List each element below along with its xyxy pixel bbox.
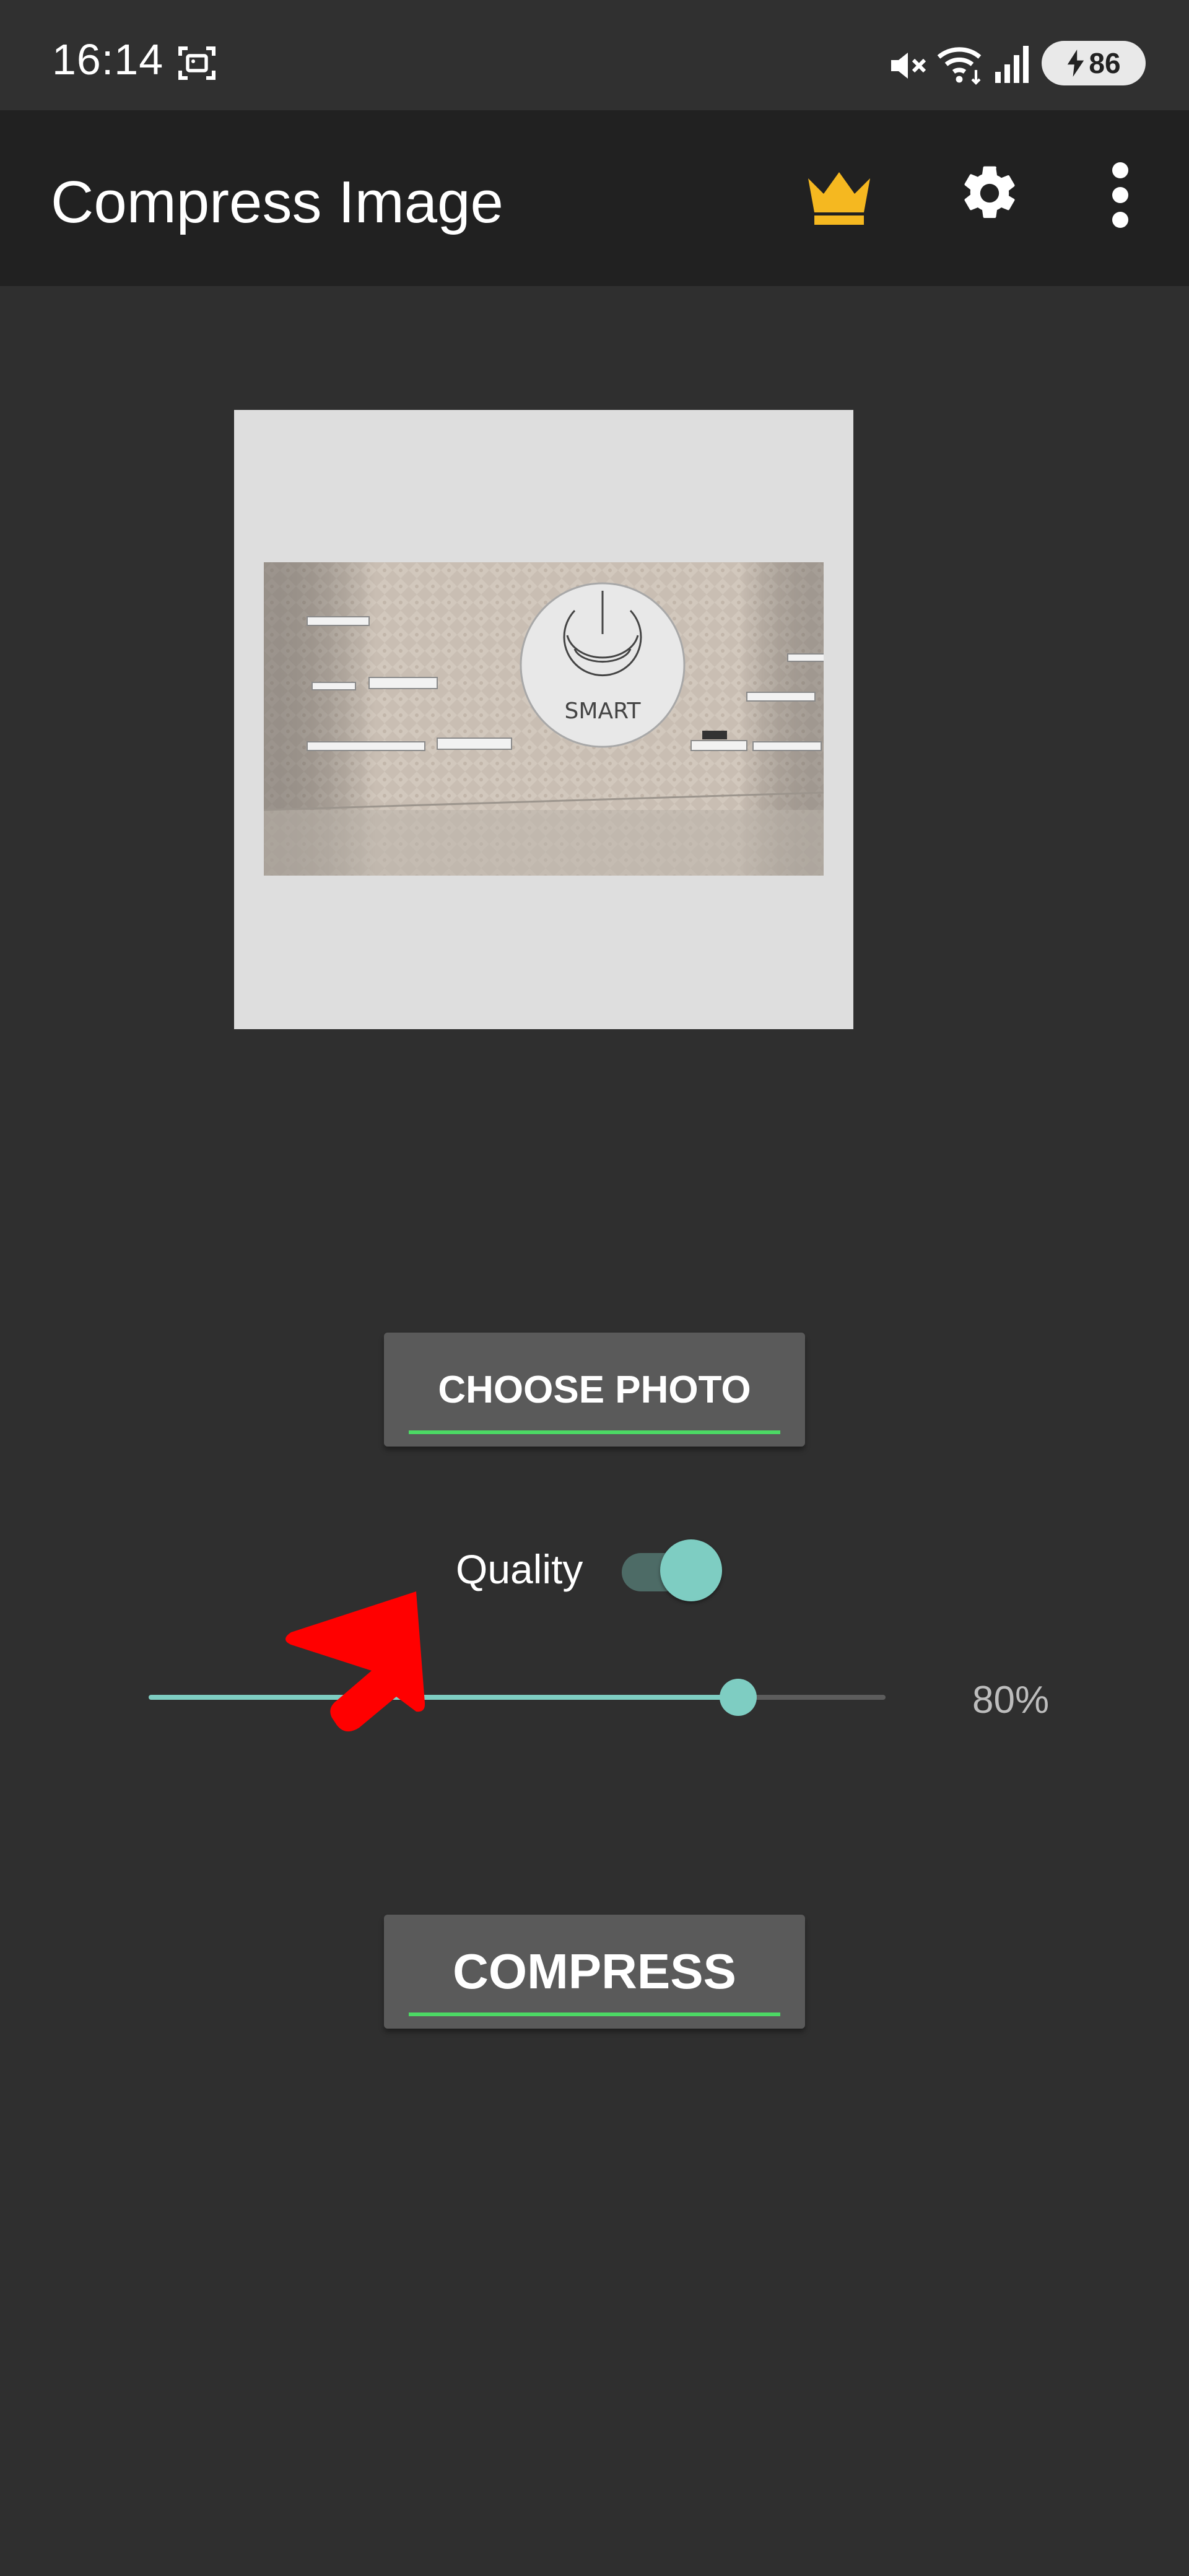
preview-photo: SMART xyxy=(264,562,824,876)
signal-icon xyxy=(995,46,1029,83)
toggle-thumb xyxy=(660,1539,722,1601)
battery-level: 86 xyxy=(1089,47,1121,79)
image-preview-frame: SMART xyxy=(234,410,853,1029)
wifi-icon xyxy=(937,47,982,85)
compress-button[interactable]: COMPRESS xyxy=(384,1915,805,2029)
more-vert-icon[interactable] xyxy=(1099,161,1142,229)
app-title: Compress Image xyxy=(51,169,503,235)
status-time: 16:14 xyxy=(52,35,164,84)
preview-photo-graphic: SMART xyxy=(264,562,824,876)
annotation-arrow-icon xyxy=(285,1591,425,1732)
crown-icon[interactable] xyxy=(805,166,873,228)
quality-toggle[interactable] xyxy=(619,1534,725,1603)
quality-value: 80% xyxy=(972,1679,1050,1721)
slider-thumb[interactable] xyxy=(720,1679,757,1716)
sign-text: SMART xyxy=(565,698,642,724)
choose-photo-button[interactable]: CHOOSE PHOTO xyxy=(384,1333,805,1447)
battery-icon: 86 xyxy=(1042,41,1146,85)
quality-label: Quality xyxy=(456,1546,583,1592)
choose-photo-label: CHOOSE PHOTO xyxy=(438,1368,751,1411)
compress-label: COMPRESS xyxy=(453,1944,736,1999)
app-bar: Compress Image xyxy=(0,110,1189,286)
charging-bolt-icon xyxy=(1068,50,1084,77)
quality-slider[interactable] xyxy=(149,1672,886,1721)
status-bar: 16:14 86 xyxy=(0,0,1189,110)
screenshot-icon xyxy=(178,46,216,80)
gear-icon[interactable] xyxy=(957,161,1022,225)
mute-icon xyxy=(891,53,926,79)
